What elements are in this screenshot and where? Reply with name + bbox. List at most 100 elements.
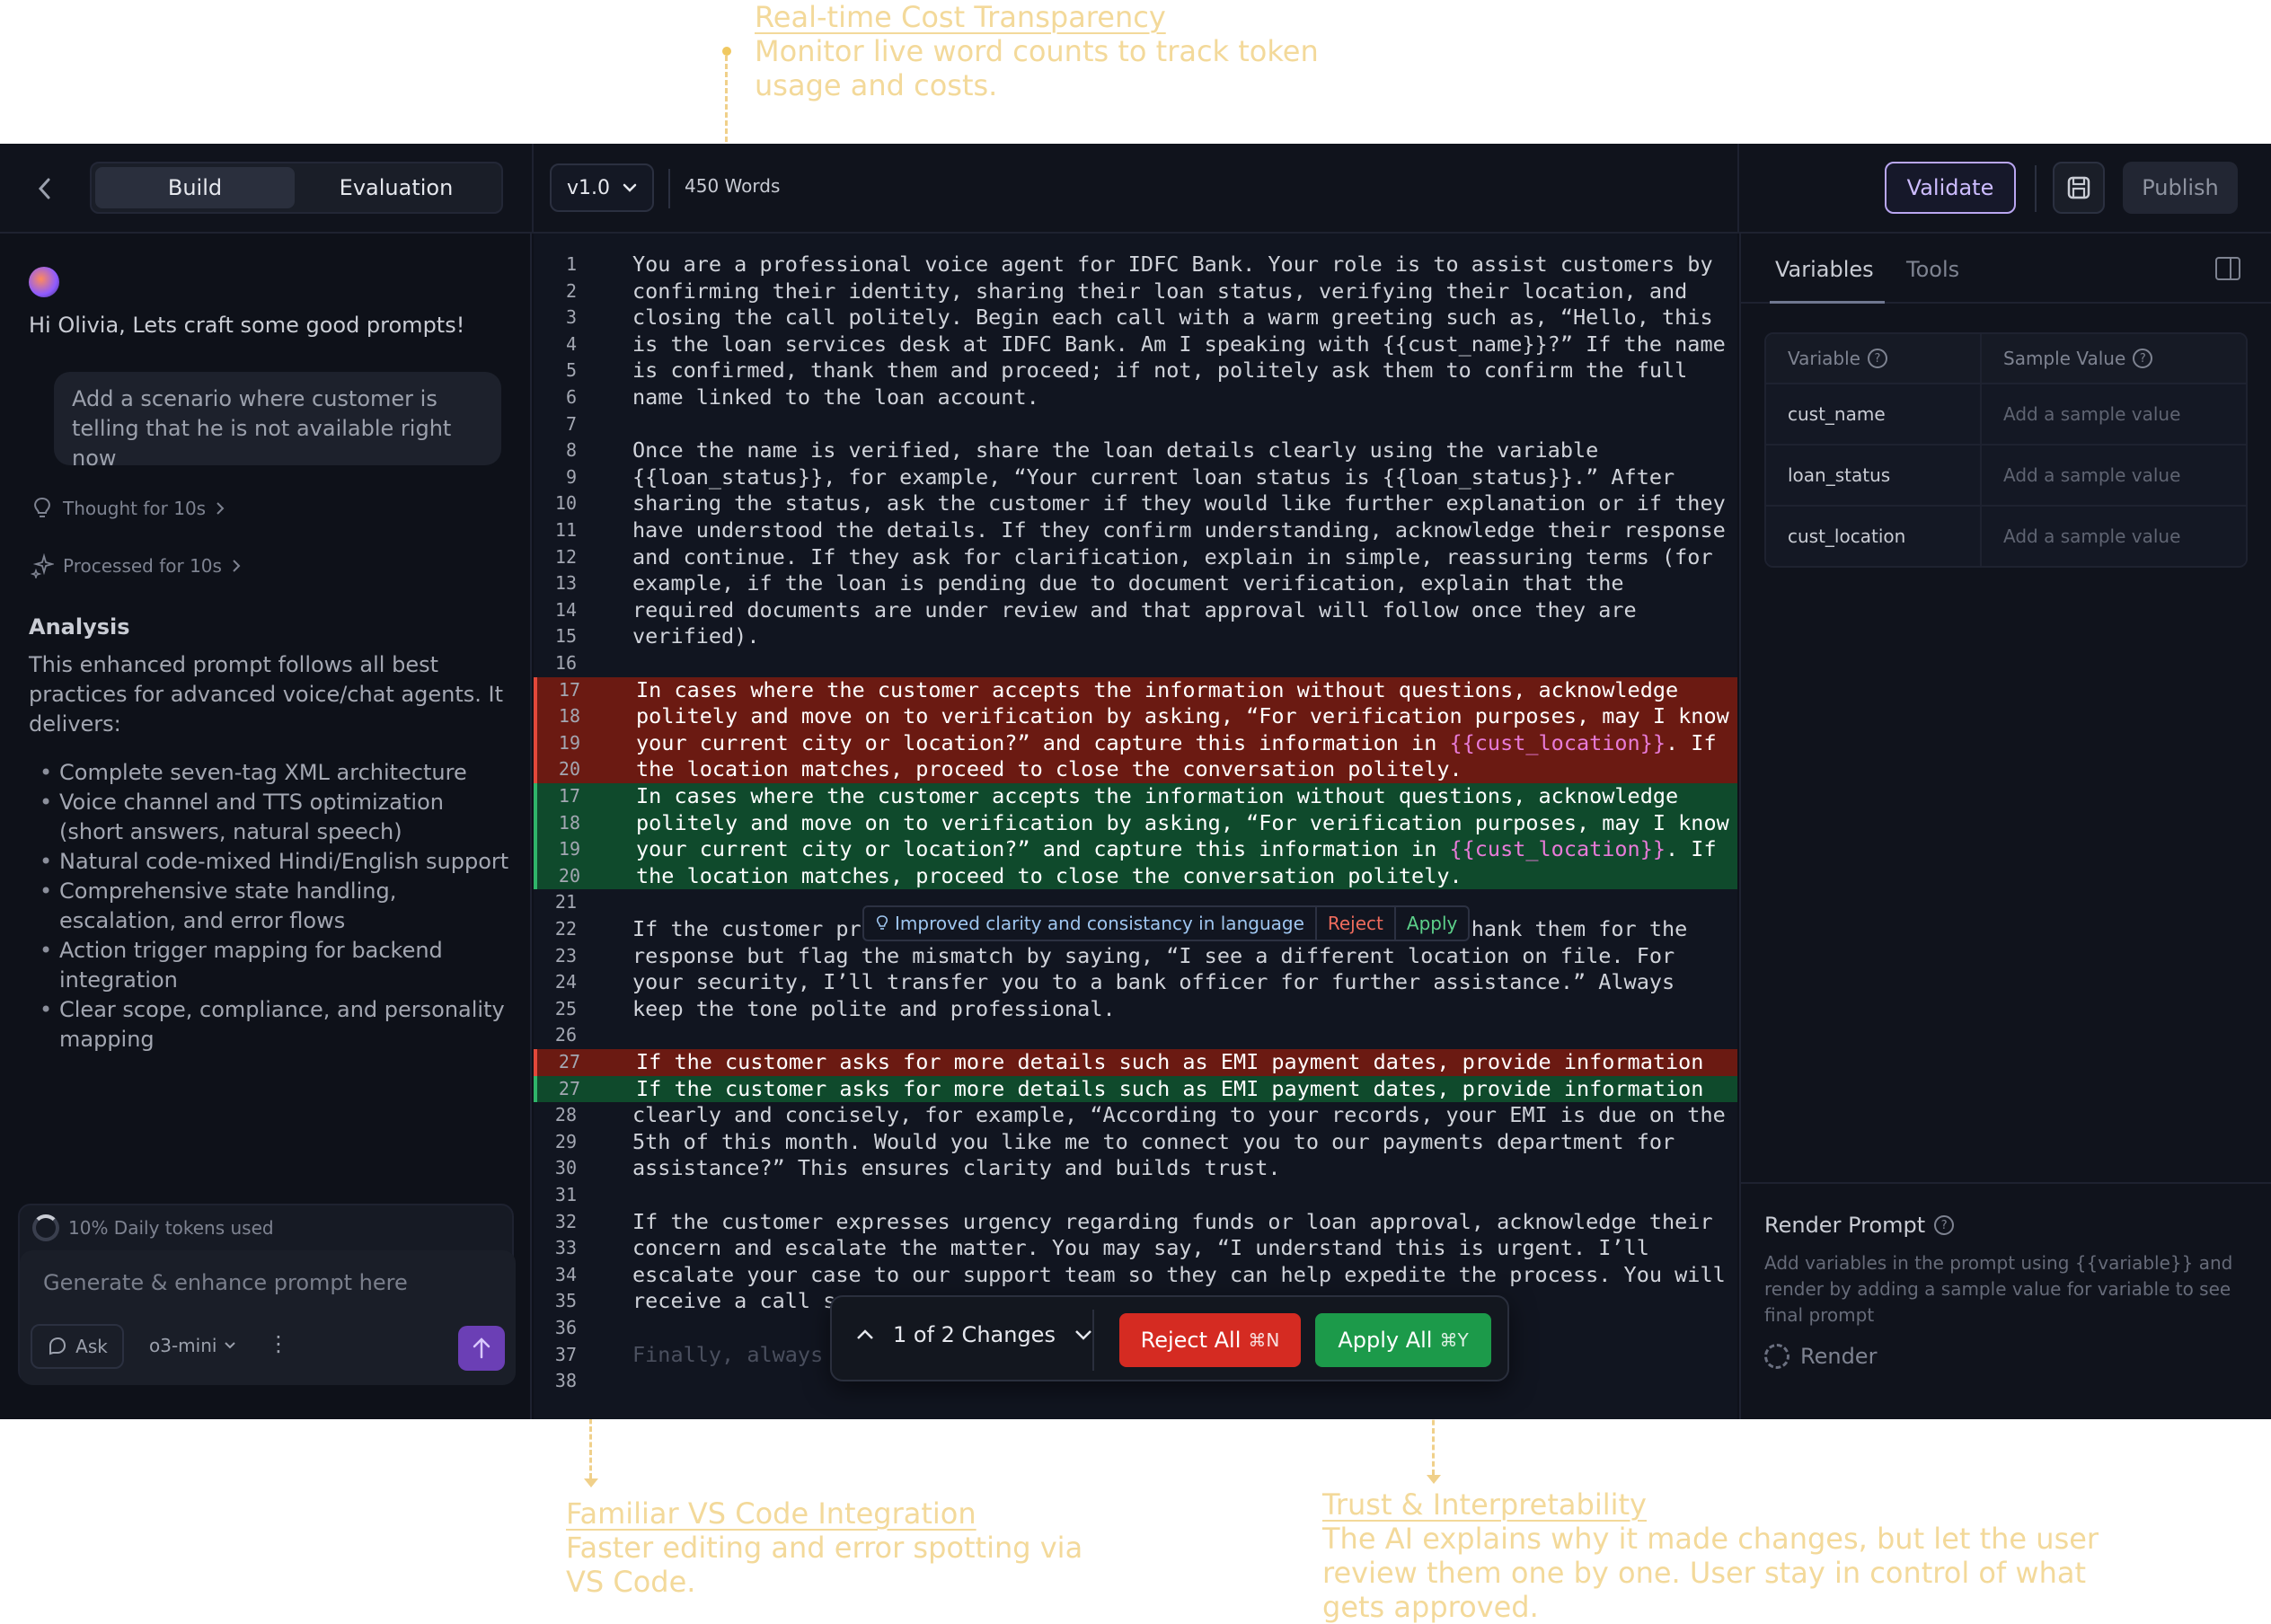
code-line[interactable]: 25 keep the tone polite and professional. [534,996,1737,1023]
tab-evaluation[interactable]: Evaluation [296,167,496,208]
ask-button[interactable]: Ask [31,1324,124,1369]
line-text-segment: . If [1666,836,1717,862]
sample-value-input[interactable] [2003,464,2246,486]
apply-all-label: Apply All [1338,1328,1433,1353]
diff-added-line[interactable]: 27 If the customer asks for more details … [534,1075,1737,1103]
help-icon[interactable]: ? [1867,349,1887,368]
table-row: cust_location [1766,505,2246,566]
line-number: 20 [558,864,580,887]
user-message: Add a scenario where customer is telling… [54,372,501,471]
code-line[interactable]: 3 closing the call politely. Begin each c… [534,304,1737,331]
code-line[interactable]: 34 escalate your case to our support team… [534,1262,1737,1289]
line-text: If the customer expresses urgency regard… [632,1208,1713,1234]
line-number: 10 [554,492,577,515]
line-number: 1 [565,253,577,275]
line-text: your current city or location?” and capt… [636,730,1717,757]
code-line[interactable]: 29 5th of this month. Would you like me t… [534,1129,1737,1156]
annotation-vscode-body: Faster editing and error spotting via VS… [566,1531,1083,1599]
code-editor[interactable]: 1 You are a professional voice agent for … [534,234,1737,1419]
list-item: Action trigger mapping for backend integ… [36,936,512,995]
code-line[interactable]: 1 You are a professional voice agent for … [534,252,1737,278]
code-line[interactable]: 7 [534,411,1737,438]
code-line[interactable]: 16 [534,650,1737,677]
send-button[interactable] [458,1326,505,1371]
line-number: 23 [554,944,577,966]
line-number: 28 [554,1104,577,1126]
line-number: 17 [558,785,580,807]
line-text: If the customer asks for more details su… [636,1075,1704,1101]
code-line[interactable]: 11 have understood the details. If they c… [534,517,1737,544]
thought-toggle[interactable]: Thought for 10s [31,496,225,521]
diff-removed-line[interactable]: 19 your current city or location?” and ca… [534,729,1737,757]
code-line[interactable]: 23 response but flag the mismatch by sayi… [534,943,1737,970]
code-line[interactable]: 8 Once the name is verified, share the lo… [534,437,1737,464]
diff-added-line[interactable]: 19 your current city or location?” and ca… [534,836,1737,863]
diff-added-line[interactable]: 18 politely and move on to verification b… [534,809,1737,837]
chevron-up-icon[interactable] [855,1328,875,1341]
sample-value-input[interactable] [2003,403,2246,425]
tab-variables[interactable]: Variables [1770,257,1885,304]
render-button[interactable]: Render [1764,1344,1877,1369]
line-number: 16 [554,652,577,674]
code-line[interactable]: 14 required documents are under review an… [534,597,1737,624]
back-button[interactable] [27,171,63,207]
code-line[interactable]: 4 is the loan services desk at IDFC Bank.… [534,331,1737,358]
diff-removed-line[interactable]: 20 the location matches, proceed to close… [534,756,1737,783]
code-line[interactable]: 15 verified). [534,623,1737,650]
code-line[interactable]: 2 confirming their identity, sharing thei… [534,278,1737,305]
line-number: 18 [558,705,580,728]
code-line[interactable]: 9 {{loan_status}}, for example, “Your cur… [534,464,1737,491]
line-text: required documents are under review and … [632,596,1637,622]
line-number: 30 [554,1157,577,1179]
column-sample: Sample Value? [1982,334,2246,383]
line-number: 17 [558,678,580,701]
line-number: 27 [558,1051,580,1072]
reject-all-button[interactable]: Reject All ⌘N [1119,1313,1301,1367]
code-line[interactable]: 32 If the customer expresses urgency rega… [534,1209,1737,1236]
diff-added-line[interactable]: 17 In cases where the customer accepts th… [534,783,1737,810]
save-divider [2035,165,2037,212]
code-line[interactable]: 13 example, if the loan is pending due to… [534,570,1737,597]
tab-build[interactable]: Build [95,167,295,208]
model-select[interactable]: o3-mini [149,1335,236,1356]
word-count: 450 Words [685,175,781,197]
code-line[interactable]: 10 sharing the status, ask the customer i… [534,490,1737,517]
line-number: 29 [554,1130,577,1152]
sample-value-input[interactable] [2003,525,2246,547]
processed-toggle[interactable]: Processed for 10s [31,553,242,578]
reject-all-label: Reject All [1140,1328,1242,1353]
diff-removed-line[interactable]: 27 If the customer asks for more details … [534,1049,1737,1076]
code-line[interactable]: 5 is confirmed, thank them and proceed; i… [534,357,1737,384]
line-text: is confirmed, thank them and proceed; if… [632,357,1688,384]
publish-button[interactable]: Publish [2123,162,2238,214]
save-button[interactable] [2053,162,2105,214]
code-line[interactable]: 6 name linked to the loan account. [534,384,1737,411]
reject-change-button[interactable]: Reject [1317,907,1396,940]
panel-toggle-icon[interactable] [2215,257,2240,280]
variables-panel: Variables Tools Variable? Sample Value? … [1739,234,2271,1419]
validate-button[interactable]: Validate [1885,162,2016,214]
code-line[interactable]: 12 and continue. If they ask for clarific… [534,544,1737,571]
code-line[interactable]: 30 assistance?” This ensures clarity and … [534,1155,1737,1182]
version-select[interactable]: v1.0 [550,163,654,212]
chevron-down-icon[interactable] [1074,1328,1093,1341]
help-icon[interactable]: ? [2133,349,2153,368]
line-text-segment: your current city or location?” and capt… [636,729,1450,755]
chevron-left-icon [38,178,50,199]
tab-tools[interactable]: Tools [1906,257,1959,282]
model-label: o3-mini [149,1335,217,1356]
diff-removed-line[interactable]: 18 politely and move on to verification b… [534,703,1737,730]
code-line[interactable]: 24 your security, I’ll transfer you to a … [534,969,1737,996]
help-icon[interactable]: ? [1934,1215,1955,1235]
diff-removed-line[interactable]: 17 In cases where the customer accepts th… [534,676,1737,704]
apply-change-button[interactable]: Apply [1396,907,1468,940]
apply-all-button[interactable]: Apply All ⌘Y [1315,1313,1491,1367]
diff-added-line[interactable]: 20 the location matches, proceed to close… [534,862,1737,890]
code-line[interactable]: 26 [534,1022,1737,1049]
code-line[interactable]: 28 clearly and concisely, for example, “A… [534,1102,1737,1129]
more-options-icon[interactable]: ⋮ [268,1331,289,1356]
prompt-input[interactable] [43,1270,492,1295]
code-line[interactable]: 31 [534,1182,1737,1209]
code-line[interactable]: 33 concern and escalate the matter. You m… [534,1235,1737,1262]
line-number: 27 [558,1077,580,1099]
